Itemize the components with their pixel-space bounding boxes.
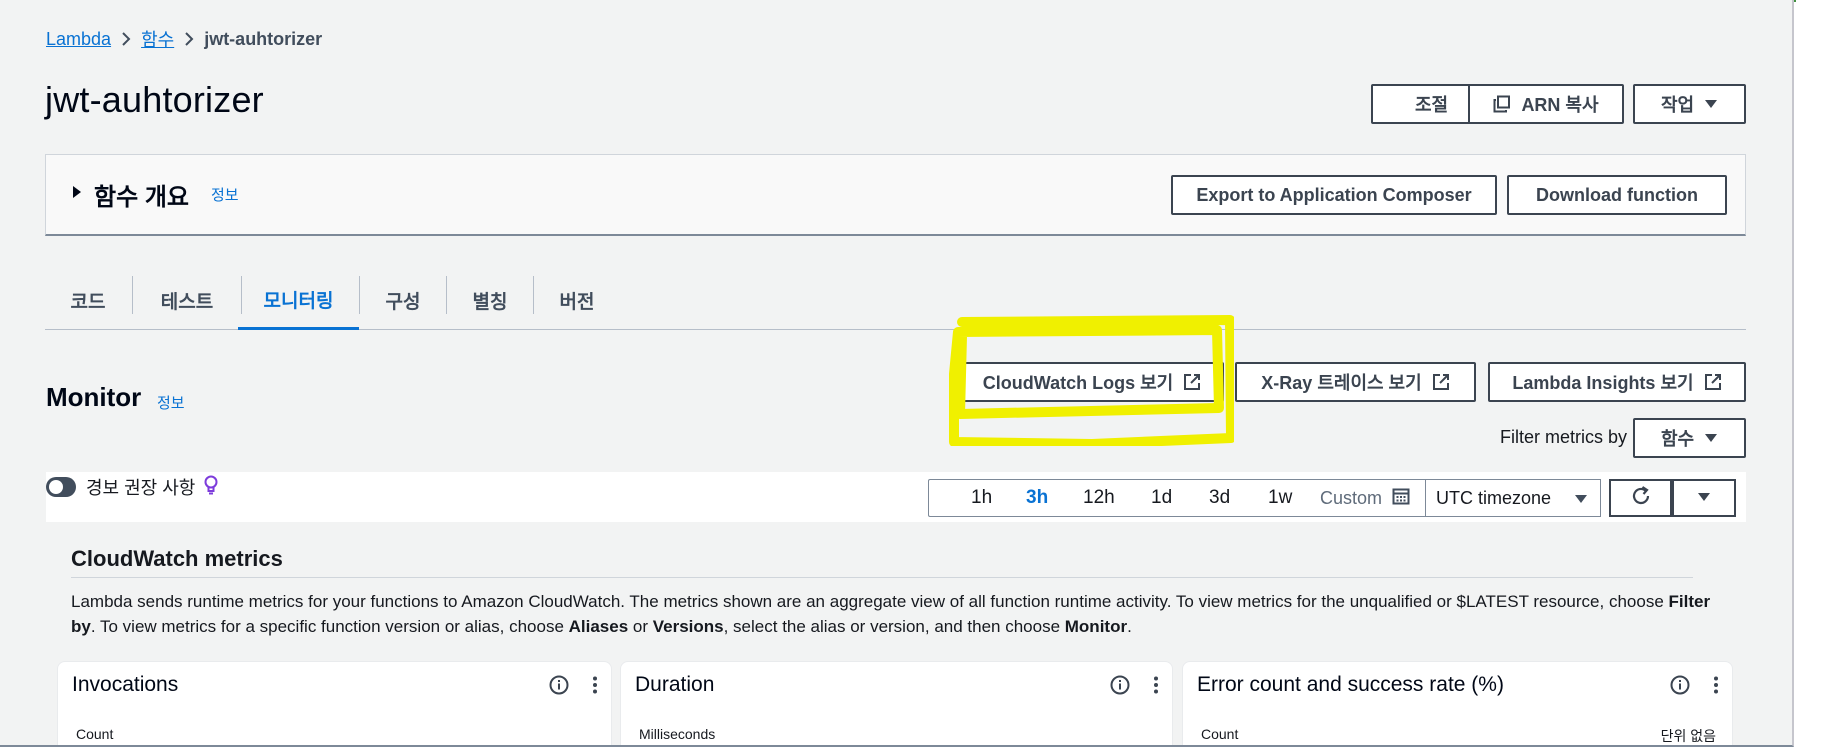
view-xray-traces-button[interactable]: X-Ray 트레이스 보기 <box>1235 362 1476 402</box>
function-overview-toggle[interactable]: 함수 개요 정보 <box>72 177 239 212</box>
function-overview-title: 함수 개요 <box>94 184 189 211</box>
breadcrumb-functions[interactable]: 함수 <box>141 26 174 52</box>
filter-metrics-label: Filter metrics by <box>1500 427 1628 447</box>
info-circle-icon[interactable] <box>1670 675 1690 700</box>
download-function-button[interactable]: Download function <box>1507 175 1727 215</box>
tab-code[interactable]: 코드 <box>45 272 131 329</box>
refresh-options-dropdown[interactable] <box>1672 479 1736 517</box>
view-cloudwatch-logs-button[interactable]: CloudWatch Logs 보기 <box>960 362 1224 402</box>
metric-card-invocations: Invocations Count <box>57 661 612 745</box>
range-1w[interactable]: 1w <box>1268 480 1292 516</box>
range-1d[interactable]: 1d <box>1151 480 1172 516</box>
function-overview-info-link[interactable]: 정보 <box>211 184 239 205</box>
lambda-function-page: Lambda 함수 jwt-auhtorizer jwt-auhtorizer … <box>0 0 1794 747</box>
filter-metrics-value: 함수 <box>1660 429 1695 449</box>
section-divider <box>71 577 1693 578</box>
monitor-info-link[interactable]: 정보 <box>157 392 185 413</box>
view-lambda-insights-label: Lambda Insights 보기 <box>1512 373 1694 393</box>
desc-text: Lambda sends runtime metrics for your fu… <box>71 592 1669 611</box>
timezone-select[interactable]: UTC timezone <box>1425 479 1601 517</box>
view-xray-traces-label: X-Ray 트레이스 보기 <box>1261 373 1422 393</box>
actions-label: 작업 <box>1660 95 1695 115</box>
alarm-recommendations-label: 경보 권장 사항 <box>86 478 196 498</box>
breadcrumb-current: jwt-auhtorizer <box>204 28 323 49</box>
timezone-value: UTC timezone <box>1436 487 1552 508</box>
caret-down-icon <box>1704 433 1718 443</box>
alarm-recommendations-toggle[interactable] <box>46 477 76 497</box>
copy-icon <box>1493 95 1511 113</box>
cloudwatch-metrics-title: CloudWatch metrics <box>71 546 283 571</box>
desc-text: , select the alias or version, and then … <box>723 617 1065 636</box>
lightbulb-icon <box>204 475 218 500</box>
range-custom[interactable]: Custom <box>1320 480 1410 516</box>
caret-right-icon <box>72 185 82 204</box>
info-circle-icon[interactable] <box>549 675 569 700</box>
range-1h[interactable]: 1h <box>971 480 992 516</box>
caret-down-icon <box>1574 488 1588 509</box>
desc-text: . To view metrics for a specific functio… <box>90 617 569 636</box>
caret-down-icon <box>1697 489 1711 507</box>
metric-card-title: Invocations <box>72 673 179 696</box>
chevron-right-icon <box>111 27 141 51</box>
external-link-icon <box>1432 373 1450 391</box>
metric-card-title: Error count and success rate (%) <box>1197 673 1504 696</box>
tab-configuration[interactable]: 구성 <box>360 272 446 329</box>
desc-text: . <box>1127 617 1132 636</box>
range-3d[interactable]: 3d <box>1209 480 1230 516</box>
view-cloudwatch-logs-label: CloudWatch Logs 보기 <box>982 373 1174 393</box>
refresh-icon <box>1630 485 1652 512</box>
throttle-button-label: 조절 <box>1414 95 1449 115</box>
cloudwatch-metrics-description: Lambda sends runtime metrics for your fu… <box>71 589 1711 639</box>
view-lambda-insights-button[interactable]: Lambda Insights 보기 <box>1488 362 1746 402</box>
export-composer-button[interactable]: Export to Application Composer <box>1171 175 1497 215</box>
breadcrumb-lambda[interactable]: Lambda <box>46 29 111 50</box>
tab-aliases[interactable]: 별칭 <box>447 272 533 329</box>
more-vertical-icon[interactable] <box>1713 675 1719 700</box>
function-tabs: 코드 테스트 모니터링 구성 별칭 버전 <box>45 272 1746 330</box>
tab-monitoring[interactable]: 모니터링 <box>238 272 359 330</box>
metric-card-title: Duration <box>635 673 715 696</box>
metric-card-unit: Count <box>76 726 114 742</box>
range-12h[interactable]: 12h <box>1083 480 1115 516</box>
copy-arn-button[interactable]: ARN 복사 <box>1468 84 1624 124</box>
download-function-label: Download function <box>1536 184 1698 205</box>
more-vertical-icon[interactable] <box>1153 675 1159 700</box>
desc-aliases: Aliases <box>568 617 629 636</box>
breadcrumb: Lambda 함수 jwt-auhtorizer <box>46 26 322 52</box>
actions-dropdown[interactable]: 작업 <box>1633 84 1746 124</box>
filter-metrics-dropdown[interactable]: 함수 <box>1633 418 1746 458</box>
metric-card-unit: Milliseconds <box>639 726 716 742</box>
function-overview-panel: 함수 개요 정보 Export to Application Composer … <box>45 154 1746 236</box>
desc-monitor: Monitor <box>1064 617 1128 636</box>
external-link-icon <box>1183 373 1201 391</box>
export-composer-label: Export to Application Composer <box>1196 184 1472 205</box>
metric-card-unit: Count <box>1201 726 1239 742</box>
range-3h[interactable]: 3h <box>1026 480 1048 516</box>
external-link-icon <box>1704 373 1722 391</box>
metric-card-duration: Duration Milliseconds <box>620 661 1173 745</box>
refresh-button[interactable] <box>1609 479 1672 517</box>
calendar-icon <box>1392 487 1410 510</box>
tab-versions[interactable]: 버전 <box>534 272 620 329</box>
monitor-title: Monitor <box>46 382 142 412</box>
desc-versions: Versions <box>652 617 724 636</box>
copy-arn-label: ARN 복사 <box>1521 95 1599 115</box>
metrics-toolbar: 경보 권장 사항 1h 3h 12h 1d 3d 1w Custom UTC t… <box>46 472 1746 522</box>
range-custom-label: Custom <box>1320 487 1383 508</box>
caret-down-icon <box>1704 99 1718 109</box>
info-circle-icon[interactable] <box>1110 675 1130 700</box>
desc-text: or <box>628 617 653 636</box>
metric-card-error-count: Error count and success rate (%) Count 단… <box>1182 661 1733 745</box>
page-title: jwt-auhtorizer <box>45 79 264 120</box>
time-range-selector: 1h 3h 12h 1d 3d 1w Custom <box>928 479 1425 517</box>
more-vertical-icon[interactable] <box>592 675 598 700</box>
metric-card-right-unit: 단위 없음 <box>1660 728 1716 744</box>
chevron-right-icon <box>174 27 204 51</box>
tab-test[interactable]: 테스트 <box>133 272 241 329</box>
